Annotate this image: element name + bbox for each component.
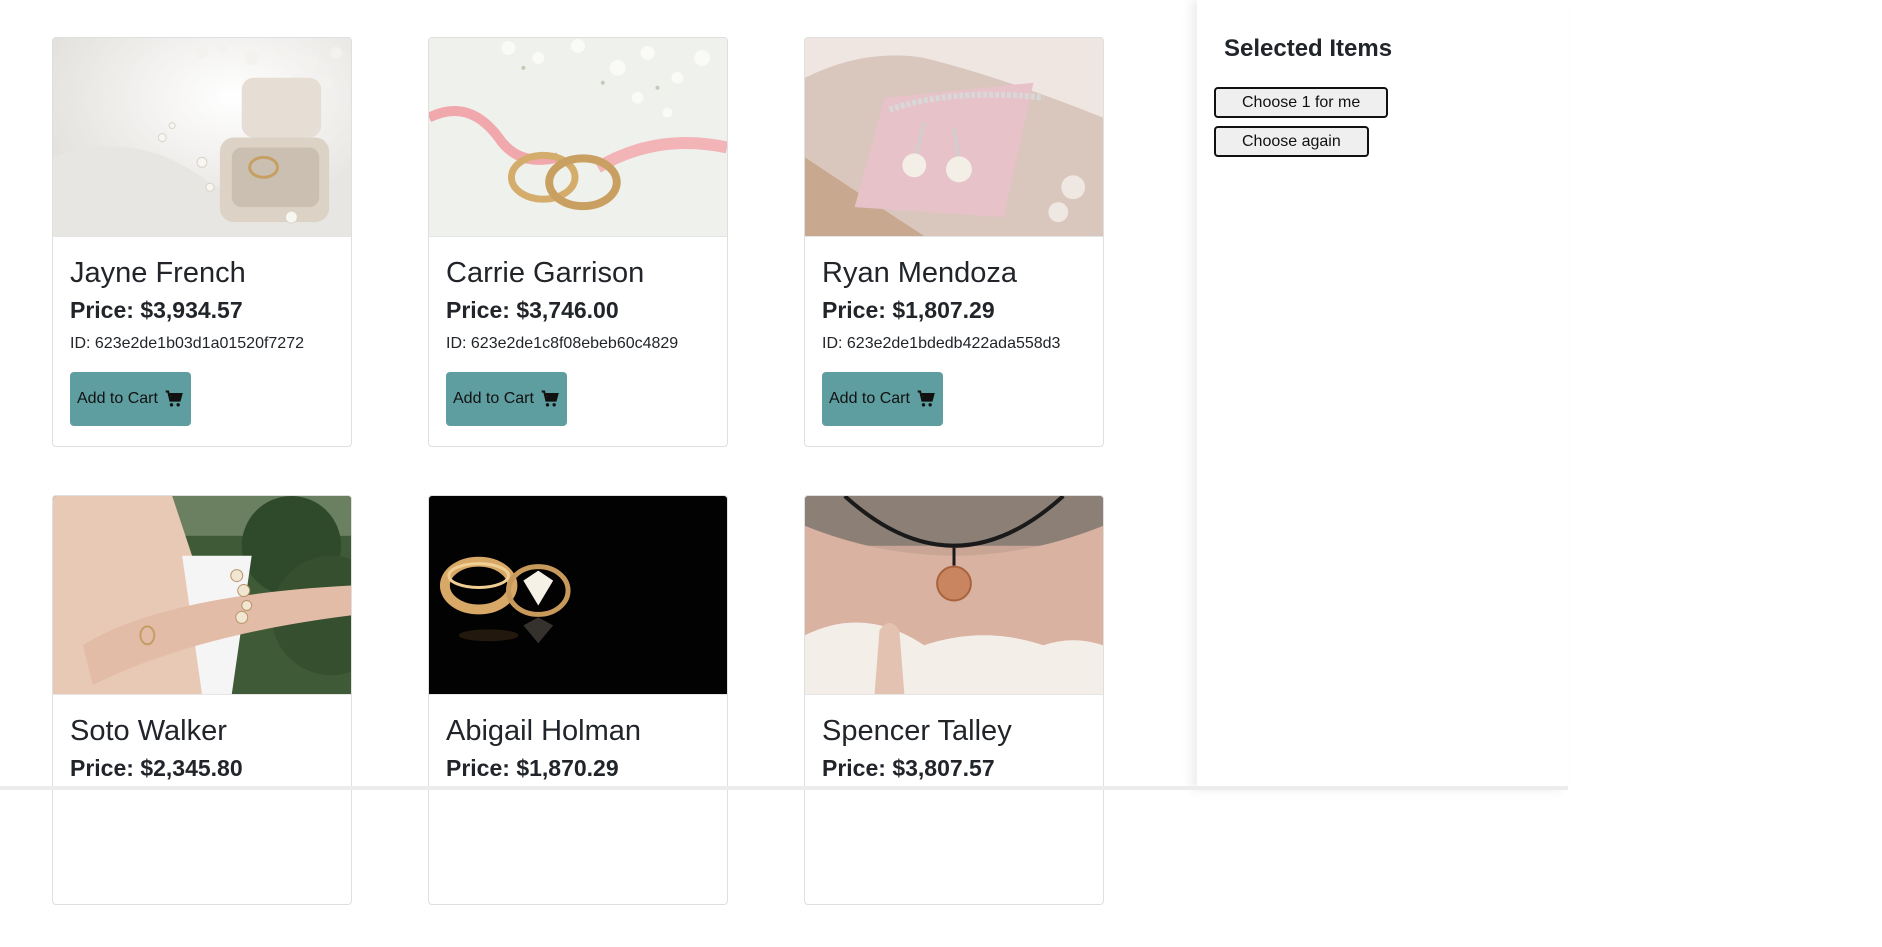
selected-items-sidebar: Selected Items Choose 1 for me Choose ag…: [1197, 0, 1568, 790]
horizontal-scrollbar[interactable]: [0, 786, 1568, 790]
ring-box-image: [53, 38, 351, 237]
product-card: Abigail Holman Price: $1,870.29: [428, 495, 728, 905]
cart-icon: [917, 390, 935, 407]
product-price: Price: $1,807.29: [822, 297, 995, 323]
cart-icon: [165, 390, 183, 407]
pearl-earrings-image: [805, 38, 1103, 237]
add-to-cart-button[interactable]: Add to Cart: [70, 372, 191, 426]
product-price: Price: $2,345.80: [70, 755, 243, 781]
add-to-cart-button[interactable]: Add to Cart: [446, 372, 567, 426]
product-price: Price: $1,870.29: [446, 755, 619, 781]
product-name: Abigail Holman: [446, 715, 642, 747]
product-price: Price: $3,746.00: [446, 297, 619, 323]
choose-again-button[interactable]: Choose again: [1214, 126, 1369, 157]
wedding-bands-image: [429, 38, 727, 237]
product-card: Carrie Garrison Price: $3,746.00 ID: 623…: [428, 37, 728, 447]
add-to-cart-label: Add to Cart: [77, 390, 158, 407]
choose-one-button[interactable]: Choose 1 for me: [1214, 87, 1389, 118]
product-id: ID: 623e2de1b03d1a01520f7272: [70, 335, 304, 352]
bracelet-image: [53, 496, 351, 695]
product-name: Jayne French: [70, 257, 246, 289]
product-name: Spencer Talley: [822, 715, 1012, 747]
product-price: Price: $3,934.57: [70, 297, 243, 323]
product-card: Ryan Mendoza Price: $1,807.29 ID: 623e2d…: [804, 37, 1104, 447]
pendant-necklace-image: [805, 496, 1103, 695]
product-card: Soto Walker Price: $2,345.80: [52, 495, 352, 905]
product-name: Carrie Garrison: [446, 257, 645, 289]
product-name: Ryan Mendoza: [822, 257, 1018, 289]
add-to-cart-label: Add to Cart: [453, 390, 534, 407]
rings-black-image: [429, 496, 727, 695]
product-price: Price: $3,807.57: [822, 755, 995, 781]
product-card: Jayne French Price: $3,934.57 ID: 623e2d…: [52, 37, 352, 447]
product-id: ID: 623e2de1c8f08ebeb60c4829: [446, 335, 679, 352]
add-to-cart-label: Add to Cart: [829, 390, 910, 407]
sidebar-title: Selected Items: [1224, 35, 1393, 62]
product-card: Spencer Talley Price: $3,807.57: [804, 495, 1104, 905]
product-id: ID: 623e2de1bdedb422ada558d3: [822, 335, 1061, 352]
product-grid: Jayne French Price: $3,934.57 ID: 623e2d…: [52, 37, 1104, 905]
add-to-cart-button[interactable]: Add to Cart: [822, 372, 943, 426]
product-name: Soto Walker: [70, 715, 227, 747]
cart-icon: [541, 390, 559, 407]
